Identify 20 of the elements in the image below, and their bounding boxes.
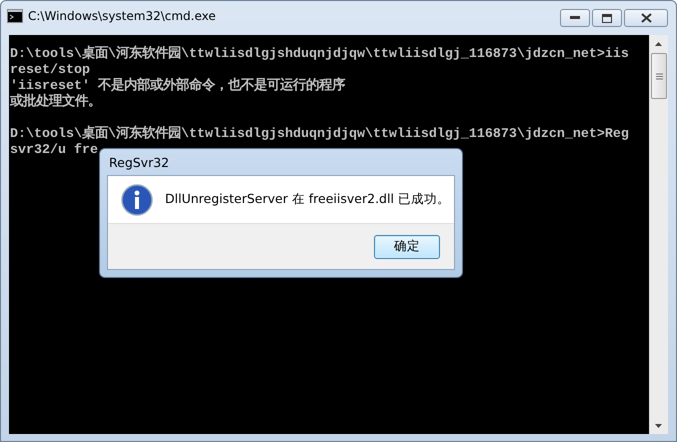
dialog-title: RegSvr32 [108, 154, 170, 172]
scrollbar[interactable] [649, 35, 668, 434]
console-icon [7, 9, 23, 23]
maximize-button[interactable] [592, 9, 622, 27]
window-title: C:\Windows\system32\cmd.exe [28, 9, 217, 23]
console-line: 或批处理文件。 [10, 95, 102, 111]
scroll-thumb[interactable] [651, 53, 667, 99]
close-icon [640, 13, 652, 23]
console-line: D:\tools\桌面\河东软件园\ttwliisdlgjshduqnjdjqw\ttwliisdlgj_116873\jdzcn_net>iis [10, 47, 630, 63]
minimize-icon [570, 16, 580, 20]
ok-button[interactable]: 确定 [374, 234, 440, 258]
info-icon [121, 184, 153, 216]
maximize-icon [602, 14, 612, 22]
close-button[interactable] [624, 9, 668, 27]
console-line: D:\tools\桌面\河东软件园\ttwliisdlgjshduqnjdjqw\ttwliisdlgj_116873\jdzcn_net>Reg [10, 127, 630, 143]
dialog-message: DllUnregisterServer 在 freeiisver2.dll 已成功。 [165, 191, 450, 208]
console-line: reset/stop [10, 63, 91, 79]
minimize-button[interactable] [560, 9, 590, 27]
console-line: svr32/u fre [10, 143, 99, 159]
console-line: 'iisreset' 不是内部或外部命令，也不是可运行的程序 [10, 79, 346, 94]
